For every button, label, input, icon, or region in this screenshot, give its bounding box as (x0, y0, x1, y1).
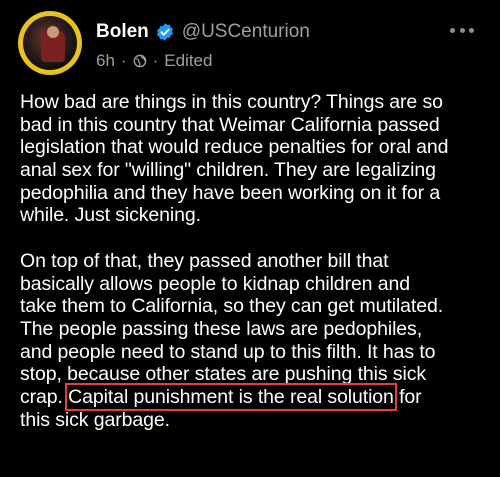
post-text: crap. (20, 385, 69, 408)
post-line: bad in this country that Weimar Californ… (20, 113, 440, 136)
post-line: this sick garbage. (20, 408, 170, 431)
author-display-name[interactable]: Bolen (96, 21, 149, 43)
post-line-highlight: crap. Capital punishment is the real sol… (20, 382, 495, 411)
highlighted-text: Capital punishment is the real solution (65, 382, 397, 411)
avatar[interactable] (18, 11, 82, 75)
post-line: basically allows people to kidnap childr… (20, 272, 410, 295)
post-body: How bad are things in this country? Thin… (20, 91, 495, 431)
meta-separator: · (120, 51, 127, 70)
post-line: take them to California, so they can get… (20, 295, 444, 318)
post-line: and people need to stand up to this filt… (20, 340, 436, 363)
verified-badge-icon (156, 23, 173, 41)
post-line: stop, because other states are pushing t… (20, 363, 427, 386)
author-handle[interactable]: @USCenturion (182, 21, 310, 43)
avatar-head (47, 26, 59, 38)
post-line: legislation that would reduce penalties … (20, 136, 449, 159)
edited-label[interactable]: Edited (164, 51, 212, 71)
author-row: Bolen @USCenturion (96, 18, 310, 46)
avatar-image (23, 16, 77, 70)
post-line: On top of that, they passed another bill… (20, 249, 389, 272)
globe-icon (133, 54, 146, 68)
post-line: How bad are things in this country? Thin… (20, 91, 443, 113)
more-dot-icon (469, 27, 474, 33)
meta-separator: · (152, 51, 159, 70)
post-card: Bolen @USCenturion 6h · · Edited How bad… (0, 0, 500, 477)
post-line: pedophilia and they have been working on… (20, 181, 441, 204)
more-options-button[interactable] (450, 20, 474, 40)
post-line: anal sex for "willing" children. They ar… (20, 159, 436, 182)
post-line: while. Just sickening. (20, 204, 201, 227)
post-line: The people passing these laws are pedoph… (20, 317, 423, 340)
more-dot-icon (450, 27, 455, 33)
post-time[interactable]: 6h (96, 51, 115, 71)
more-dot-icon (459, 27, 465, 33)
post-meta: 6h · · Edited (96, 50, 212, 72)
post-text: for (393, 385, 422, 408)
